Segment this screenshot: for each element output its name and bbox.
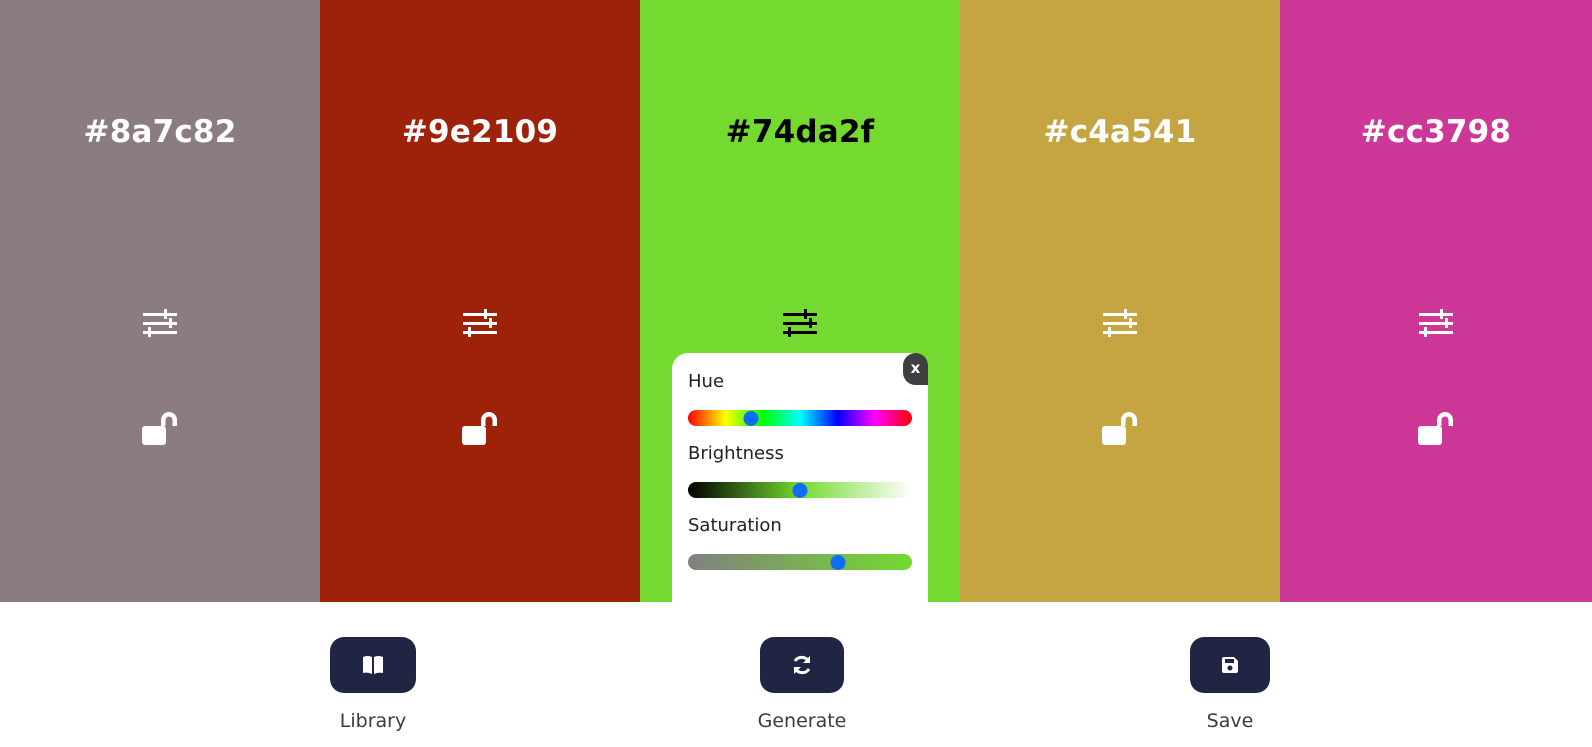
brightness-slider[interactable] (688, 482, 912, 498)
unlock-icon[interactable] (142, 411, 178, 447)
hue-slider-thumb[interactable] (743, 411, 759, 426)
saturation-slider-thumb[interactable] (830, 555, 846, 570)
hex-code[interactable]: #8a7c82 (0, 114, 320, 150)
library-label: Library (339, 710, 407, 732)
save-icon (1222, 657, 1238, 673)
color-swatch-4: #c4a541 (960, 0, 1280, 602)
generate-action: Generate (752, 637, 852, 732)
brightness-slider-thumb[interactable] (792, 483, 808, 498)
color-swatch-3: #74da2f x Hue Brightness Saturation (640, 0, 960, 602)
generate-label: Generate (757, 710, 847, 732)
hex-code[interactable]: #cc3798 (1280, 114, 1592, 150)
sliders-icon[interactable] (1103, 309, 1137, 339)
unlock-icon[interactable] (1418, 411, 1454, 447)
unlock-icon[interactable] (462, 411, 498, 447)
save-action: Save (1180, 637, 1280, 732)
library-action: Library (323, 637, 423, 732)
hex-code[interactable]: #c4a541 (960, 114, 1280, 150)
hex-code[interactable]: #9e2109 (320, 114, 640, 150)
color-swatch-2: #9e2109 (320, 0, 640, 602)
sliders-icon[interactable] (1419, 309, 1453, 339)
library-button[interactable] (330, 637, 416, 693)
book-icon (363, 656, 383, 674)
sliders-icon[interactable] (143, 309, 177, 339)
refresh-icon (793, 655, 811, 675)
save-button[interactable] (1190, 637, 1270, 693)
color-swatch-1: #8a7c82 (0, 0, 320, 602)
sliders-icon[interactable] (463, 309, 497, 339)
close-panel-button[interactable]: x (903, 353, 928, 385)
color-swatch-5: #cc3798 (1280, 0, 1592, 602)
unlock-icon[interactable] (1102, 411, 1138, 447)
saturation-slider[interactable] (688, 554, 912, 570)
saturation-label: Saturation (688, 515, 782, 536)
sliders-icon[interactable] (783, 309, 817, 339)
action-bar: Library Generate Save (0, 602, 1592, 747)
hue-label: Hue (688, 371, 725, 392)
color-palette: #8a7c82 #9e2109 #74da2f x Hue Brightness… (0, 0, 1592, 602)
save-label: Save (1206, 710, 1254, 732)
hue-slider[interactable] (688, 410, 912, 426)
brightness-label: Brightness (688, 443, 784, 464)
hex-code[interactable]: #74da2f (640, 114, 960, 150)
color-adjust-panel: x Hue Brightness Saturation (672, 353, 928, 602)
generate-button[interactable] (760, 637, 844, 693)
